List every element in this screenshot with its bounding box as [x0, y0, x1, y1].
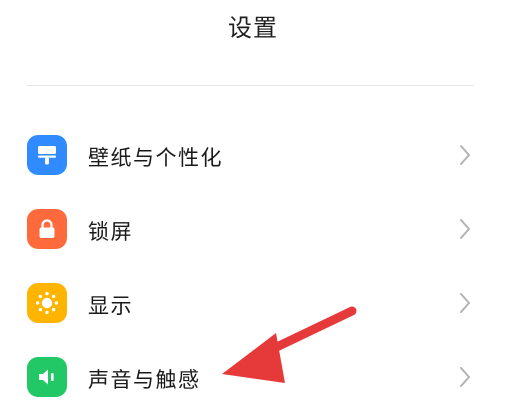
chevron-right-icon	[460, 219, 470, 239]
wallpaper-brush-icon	[27, 135, 67, 175]
speaker-icon	[27, 357, 67, 397]
sun-icon	[27, 283, 67, 323]
page-title: 设置	[228, 14, 278, 42]
settings-item-label: 锁屏	[88, 220, 133, 244]
lock-icon	[27, 209, 67, 249]
chevron-right-icon	[460, 145, 470, 165]
chevron-right-icon	[460, 367, 470, 387]
chevron-right-icon	[460, 293, 470, 313]
settings-item-label: 壁纸与个性化	[88, 146, 223, 170]
settings-item-label: 显示	[88, 294, 133, 318]
settings-item-display[interactable]: 显示	[0, 283, 506, 337]
settings-item-label: 声音与触感	[88, 368, 201, 392]
settings-item-sound[interactable]: 声音与触感	[0, 357, 506, 411]
settings-item-lockscreen[interactable]: 锁屏	[0, 209, 506, 263]
annotation-arrow	[222, 306, 357, 383]
settings-screen: 设置 壁纸与个性化 锁屏 显示 声音与触感	[0, 0, 506, 400]
header-divider	[27, 85, 474, 86]
settings-item-wallpaper[interactable]: 壁纸与个性化	[0, 135, 506, 189]
